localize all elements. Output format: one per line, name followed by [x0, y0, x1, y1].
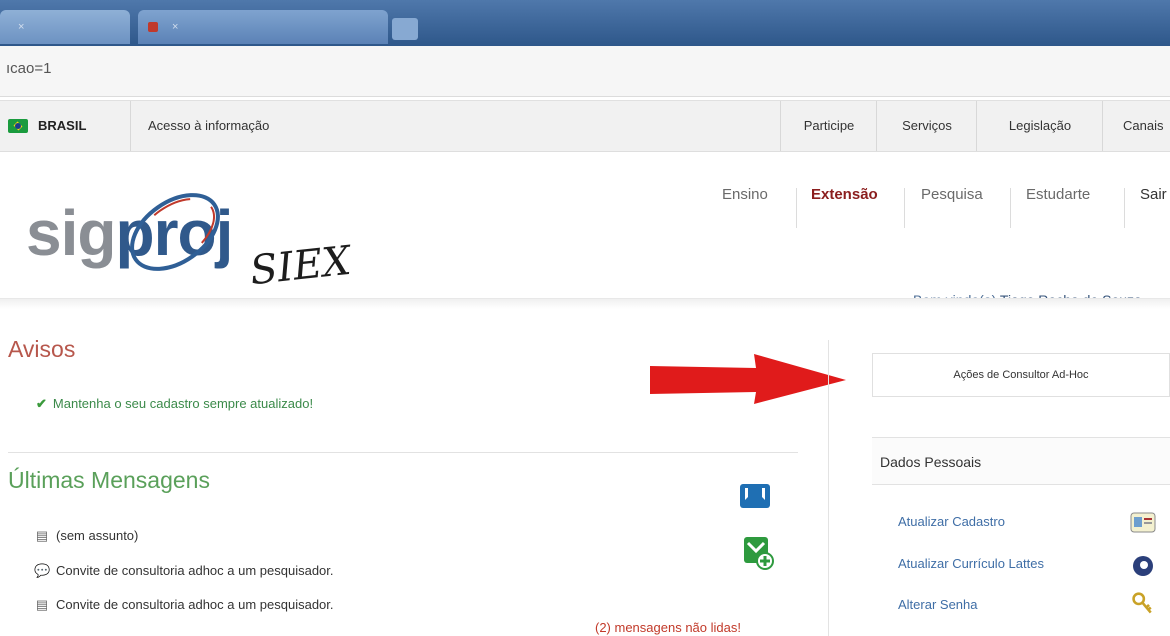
nav-divider: [1124, 188, 1125, 228]
atualizar-cadastro-link[interactable]: Atualizar Cadastro: [898, 514, 1005, 529]
avisos-title: Avisos: [8, 336, 76, 362]
message-subject: (sem assunto): [56, 528, 139, 543]
acesso-label: Acesso à informação: [148, 118, 270, 133]
acoes-consultor-adhoc-button[interactable]: Ações de Consultor Ad-Hoc: [872, 353, 1170, 397]
nav-divider: [904, 188, 905, 228]
atualizar-curriculo-lattes-link[interactable]: Atualizar Currículo Lattes: [898, 556, 1044, 571]
brasil-link[interactable]: BRASIL: [38, 101, 86, 151]
id-card-icon[interactable]: [1130, 511, 1156, 535]
govbar-link-canais[interactable]: Canais: [1102, 101, 1170, 151]
nav-divider: [796, 188, 797, 228]
dados-pessoais-title: Dados Pessoais: [880, 454, 982, 470]
new-tab-button[interactable]: [392, 18, 418, 40]
speech-bubble-icon: 💬: [34, 563, 51, 578]
message-subject: Convite de consultoria adhoc a um pesqui…: [56, 597, 334, 612]
govbar-link-label: Participe: [803, 118, 855, 133]
aviso-item: ✔ Mantenha o seu cadastro sempre atualiza…: [36, 396, 313, 412]
header-divider: [0, 298, 1170, 309]
govbar-link-label: Canais: [1123, 118, 1164, 133]
message-item[interactable]: ▤ (sem assunto): [34, 528, 139, 544]
close-icon[interactable]: ×: [172, 21, 178, 33]
message-item[interactable]: 💬 Convite de consultoria adhoc a um pesqu…: [34, 563, 334, 579]
section-divider: [8, 452, 798, 453]
lattes-icon[interactable]: [1130, 554, 1156, 578]
new-message-icon[interactable]: [742, 535, 774, 571]
nav-ensino[interactable]: Ensino: [722, 186, 768, 203]
acesso-informacao-link[interactable]: Acesso à informação: [130, 101, 798, 151]
main-nav: Ensino Extensão Pesquisa Estudarte Sair: [0, 186, 1170, 226]
nav-divider: [1010, 188, 1011, 228]
browser-tab[interactable]: ×: [0, 10, 130, 44]
nav-estudarte[interactable]: Estudarte: [1026, 186, 1090, 203]
siex-logo: SIEX: [247, 237, 354, 295]
sidebar-divider: [828, 340, 829, 636]
govbar-link-label: Legislação: [1008, 118, 1072, 133]
scroll-icon: ▤: [35, 528, 49, 543]
nav-sair[interactable]: Sair: [1140, 186, 1167, 203]
aviso-text: Mantenha o seu cadastro sempre atualizad…: [52, 396, 314, 411]
close-icon[interactable]: ×: [18, 21, 24, 33]
gov-bar: BRASIL Acesso à informação Participe Ser…: [0, 100, 1170, 152]
url-text[interactable]: ıcao=1: [6, 60, 51, 77]
govbar-link-participe[interactable]: Participe: [780, 101, 877, 151]
browser-tab-active[interactable]: ×: [138, 10, 388, 44]
browser-titlebar: × ×: [0, 0, 1170, 46]
key-icon[interactable]: [1130, 592, 1156, 616]
check-icon: ✔: [36, 396, 47, 411]
favicon-icon: [148, 22, 158, 33]
red-arrow-icon: [650, 354, 846, 404]
message-item[interactable]: ▤ Convite de consultoria adhoc a um pesqu…: [34, 597, 334, 613]
message-subject: Convite de consultoria adhoc a um pesqui…: [56, 563, 334, 578]
nav-pesquisa[interactable]: Pesquisa: [921, 186, 983, 203]
nav-extensao[interactable]: Extensão: [811, 186, 878, 203]
mail-icon[interactable]: [740, 484, 770, 508]
govbar-link-label: Serviços: [902, 118, 952, 133]
govbar-link-legislacao[interactable]: Legislação: [976, 101, 1103, 151]
govbar-link-servicos[interactable]: Serviços: [876, 101, 977, 151]
scroll-icon: ▤: [35, 597, 49, 612]
unread-messages-link[interactable]: (2) mensagens não lidas!: [595, 620, 741, 635]
alterar-senha-link[interactable]: Alterar Senha: [898, 597, 978, 612]
brazil-flag-icon: [8, 119, 28, 133]
mensagens-title: Últimas Mensagens: [8, 467, 210, 493]
address-bar[interactable]: ıcao=1: [0, 46, 1170, 97]
